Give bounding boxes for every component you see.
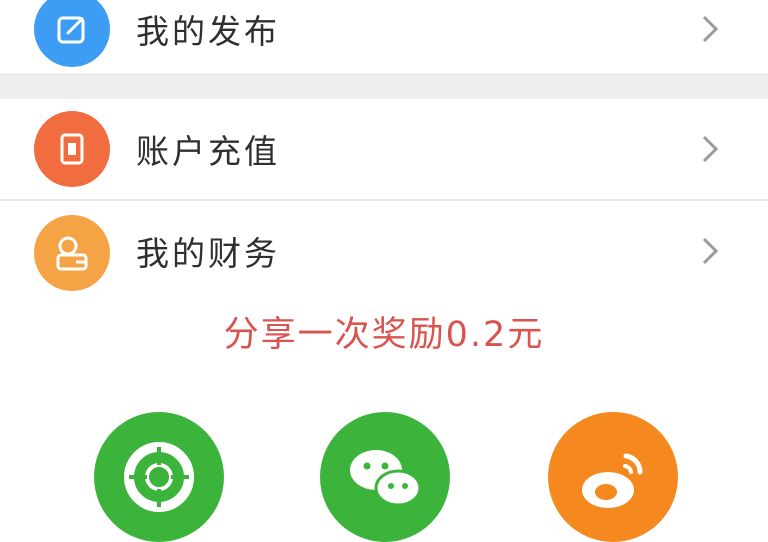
menu-item-account-recharge[interactable]: 账户充值 <box>0 99 768 201</box>
wechat-icon <box>350 450 422 507</box>
chevron-right-icon <box>702 15 719 43</box>
phone-card-icon <box>34 111 110 187</box>
menu-item-label: 我的财务 <box>136 234 280 273</box>
share-reward-text: 分享一次奖励0.2元 <box>223 315 545 355</box>
menu-item-my-finance[interactable]: 我的财务 <box>0 203 768 299</box>
chevron-right-icon <box>702 237 719 265</box>
share-moments-button[interactable] <box>94 412 224 542</box>
menu-item-label: 我的发布 <box>136 12 280 51</box>
share-weibo-button[interactable] <box>548 412 678 542</box>
chevron-right-icon <box>702 135 719 163</box>
moments-icon <box>124 442 194 512</box>
weibo-icon <box>582 453 643 508</box>
wallet-icon <box>34 215 110 291</box>
section-divider <box>0 74 768 100</box>
share-wechat-button[interactable] <box>320 412 450 542</box>
menu-item-label: 账户充值 <box>136 132 280 171</box>
edit-icon <box>34 0 110 67</box>
menu-item-my-posts[interactable]: 我的发布 <box>0 0 768 72</box>
